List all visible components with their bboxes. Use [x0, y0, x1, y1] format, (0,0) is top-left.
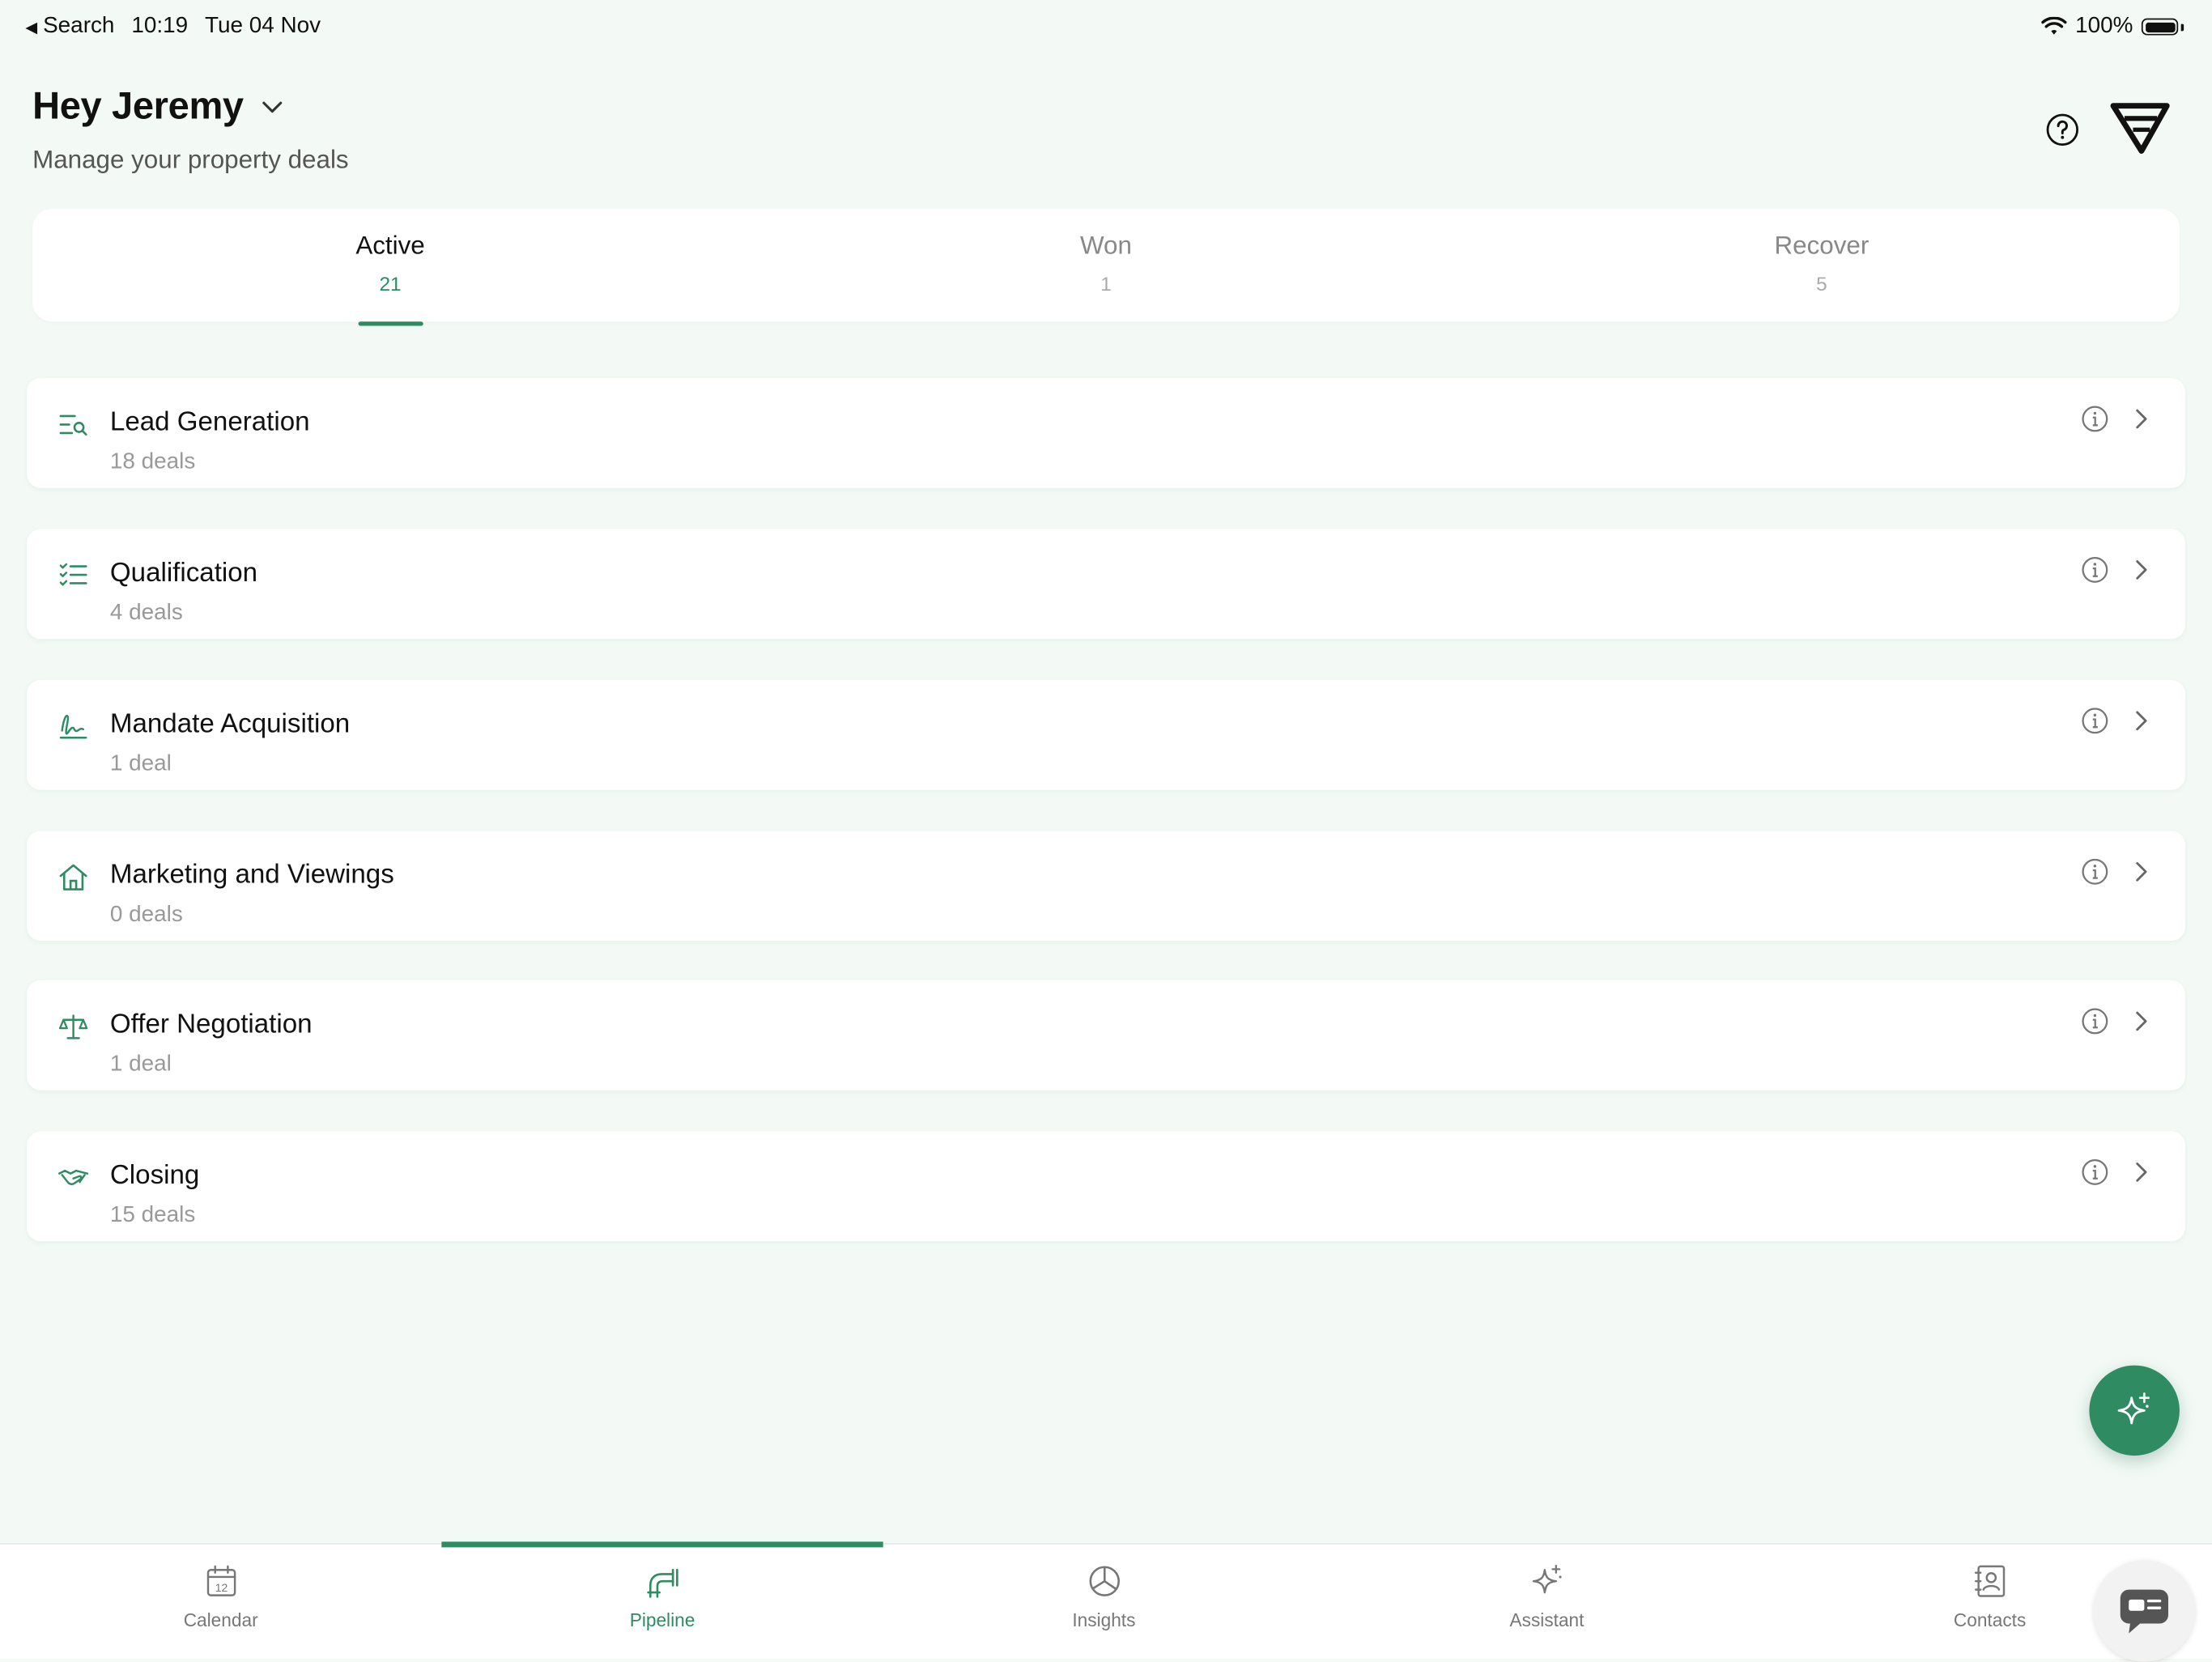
page-title: Hey Jeremy [32, 84, 244, 127]
tab-count: 5 [1816, 272, 1827, 295]
info-icon[interactable] [2081, 405, 2109, 433]
stage-title: Marketing and Viewings [109, 860, 394, 891]
pie-chart-icon [1088, 1566, 1120, 1596]
battery-percent: 100% [2075, 14, 2133, 39]
stage-deal-count: 1 deal [109, 751, 172, 776]
tab-won[interactable]: Won 1 [748, 209, 1464, 321]
chevron-right-icon [2136, 560, 2147, 580]
checklist-icon [59, 563, 87, 586]
nav-insights[interactable]: Insights [883, 1545, 1325, 1659]
tab-label: Recover [1774, 231, 1870, 260]
nav-label: Calendar [183, 1609, 258, 1631]
status-time: 10:19 [131, 14, 189, 39]
status-date: Tue 04 Nov [205, 14, 321, 39]
nav-label: Insights [1072, 1609, 1136, 1631]
handshake-icon [57, 1169, 89, 1185]
sparkle-icon [2117, 1392, 2150, 1425]
back-arrow-icon: ◀ [25, 19, 38, 36]
info-icon[interactable] [2081, 857, 2109, 886]
ai-assistant-fab[interactable] [2089, 1365, 2180, 1456]
nav-calendar[interactable]: 12 Calendar [0, 1545, 441, 1659]
status-bar: ◀ Search 10:19 Tue 04 Nov 100% [0, 0, 2212, 51]
search-list-icon [59, 414, 87, 436]
page-subtitle: Manage your property deals [32, 145, 349, 174]
nav-label: Pipeline [629, 1609, 696, 1631]
stage-title: Mandate Acquisition [109, 709, 351, 739]
bottom-navigation: 12 Calendar Pipeline Insights Assistant … [0, 1541, 2212, 1660]
brand-logo-icon[interactable] [2110, 101, 2170, 155]
stage-deal-count: 18 deals [109, 449, 196, 474]
info-icon[interactable] [2081, 555, 2109, 584]
sparkle-icon [1531, 1564, 1561, 1594]
stage-title: Closing [109, 1160, 200, 1191]
battery-cap [2180, 23, 2184, 31]
tab-count: 21 [379, 272, 402, 295]
stage-title: Qualification [109, 558, 258, 589]
pipeline-icon [646, 1568, 678, 1598]
info-icon[interactable] [2081, 1007, 2109, 1035]
battery-icon [2141, 18, 2179, 36]
signature-icon [59, 715, 87, 739]
chevron-right-icon [2136, 1011, 2147, 1031]
wifi-icon [2041, 16, 2067, 35]
support-chat-button[interactable] [2093, 1560, 2196, 1662]
chat-icon [2120, 1589, 2168, 1634]
info-icon[interactable] [2081, 707, 2109, 735]
user-greeting-dropdown[interactable]: Hey Jeremy [32, 85, 283, 129]
deal-status-tabs: Active 21 Won 1 Recover 5 [32, 208, 2180, 322]
stage-card-mandate-acquisition[interactable]: Mandate Acquisition 1 deal [27, 679, 2185, 790]
stage-deal-count: 0 deals [109, 903, 183, 927]
stage-card-qualification[interactable]: Qualification 4 deals [27, 529, 2185, 640]
back-label: Search [43, 14, 115, 39]
stage-deal-count: 4 deals [109, 601, 183, 625]
nav-label: Assistant [1509, 1609, 1585, 1631]
stage-deal-count: 1 deal [109, 1052, 172, 1077]
stage-card-lead-generation[interactable]: Lead Generation 18 deals [27, 377, 2185, 488]
stage-card-marketing-and-viewings[interactable]: Marketing and Viewings 0 deals [27, 831, 2185, 942]
chevron-right-icon [2136, 711, 2147, 731]
scales-icon [58, 1014, 88, 1039]
help-icon[interactable] [2045, 113, 2079, 147]
stage-title: Offer Negotiation [109, 1010, 313, 1040]
stage-deal-count: 15 deals [109, 1203, 196, 1227]
stage-card-offer-negotiation[interactable]: Offer Negotiation 1 deal [27, 980, 2185, 1090]
stage-card-closing[interactable]: Closing 15 deals [27, 1131, 2185, 1242]
calendar-day: 12 [215, 1581, 228, 1594]
chevron-right-icon [2136, 1163, 2147, 1182]
tab-recover[interactable]: Recover 5 [1464, 209, 2180, 321]
stage-title: Lead Generation [109, 407, 310, 438]
tab-count: 1 [1100, 272, 1112, 295]
tab-label: Won [1080, 231, 1132, 260]
back-to-search[interactable]: ◀ Search [25, 14, 114, 39]
chevron-right-icon [2136, 861, 2147, 882]
nav-assistant[interactable]: Assistant [1326, 1545, 1767, 1659]
chevron-down-icon [262, 100, 282, 113]
house-icon [59, 864, 87, 891]
tab-label: Active [355, 231, 425, 260]
contacts-icon [1974, 1565, 2005, 1597]
nav-pipeline[interactable]: Pipeline [441, 1541, 883, 1659]
chevron-right-icon [2136, 409, 2147, 429]
info-icon[interactable] [2081, 1158, 2109, 1186]
tab-active[interactable]: Active 21 [32, 209, 748, 321]
calendar-icon: 12 [206, 1565, 236, 1596]
